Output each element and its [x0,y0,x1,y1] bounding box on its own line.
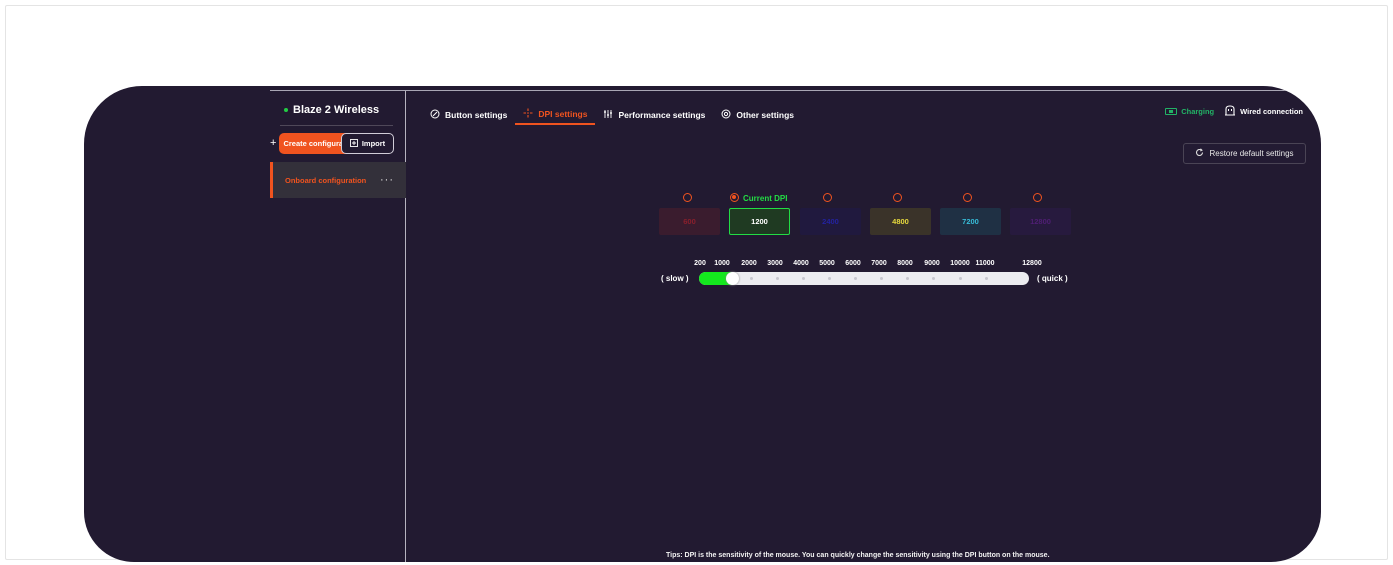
import-label: Import [361,139,386,148]
tick-label: 7000 [871,260,887,267]
dpi-value: 600 [683,217,696,226]
page-frame: Blaze 2 Wireless + Create configuration … [5,5,1388,562]
dpi-radio-4[interactable] [893,193,902,202]
sliders-icon [603,109,613,121]
tips-text: Tips: DPI is the sensitivity of the mous… [666,552,1050,559]
dpi-level-box[interactable]: 1200 [729,208,790,235]
dpi-value: 12800 [1030,217,1051,226]
dpi-value: 1200 [751,217,768,226]
battery-icon [1165,108,1178,115]
dpi-radio-2-selected[interactable] [730,193,739,202]
slider-step-dot [802,277,805,280]
tick-label: 3000 [767,260,783,267]
import-icon [349,138,358,149]
slider-step-dot [932,277,935,280]
restore-label: Restore default settings [1209,149,1294,158]
dpi-value: 4800 [892,217,909,226]
dpi-radio-3[interactable] [823,193,832,202]
slider-step-dot [985,277,988,280]
tab-label: Other settings [736,109,794,120]
tick-label: 2000 [741,260,757,267]
device-status: Charging Wired connection [1165,105,1303,118]
tick-label: 8000 [897,260,913,267]
connection-status-dot [284,108,288,112]
sidebar-divider [280,125,393,126]
tick-label: 1000 [714,260,730,267]
device-name: Blaze 2 Wireless [293,104,380,116]
tab-performance-settings[interactable]: Performance settings [595,104,713,125]
slider-step-dot [880,277,883,280]
import-button[interactable]: Import [341,133,394,154]
charging-label: Charging [1181,107,1215,116]
slider-step-dot [828,277,831,280]
mouse-icon [430,109,440,121]
device-title: Blaze 2 Wireless [284,104,379,116]
app-window: Blaze 2 Wireless + Create configuration … [84,86,1321,562]
refresh-icon [1195,148,1204,159]
gear-icon [721,109,731,121]
dpi-level-box[interactable]: 600 [659,208,720,235]
tick-label: 5000 [819,260,835,267]
tick-label: 9000 [924,260,940,267]
dpi-level-box[interactable]: 12800 [1010,208,1071,235]
tab-button-settings[interactable]: Button settings [422,104,515,125]
cable-icon [1224,105,1236,118]
onboard-configuration-label: Onboard configuration [285,175,367,185]
tick-label: 10000 [950,260,970,267]
dpi-level-box[interactable]: 4800 [870,208,931,235]
onboard-configuration-item[interactable]: Onboard configuration ··· [270,162,406,198]
more-options-icon[interactable]: ··· [380,174,394,186]
current-dpi-label: Current DPI [743,194,788,203]
tick-label: 11000 [975,260,995,267]
tab-label: DPI settings [538,108,588,119]
tab-label: Button settings [445,109,508,120]
dpi-scale-ticks: 200 1000 2000 3000 4000 5000 6000 7000 8… [84,260,1321,270]
settings-tabs: Button settings DPI settings Performance… [422,104,802,125]
tick-label: 4000 [793,260,809,267]
dpi-radio-1[interactable] [683,193,692,202]
slow-label: ( slow ) [661,274,689,283]
tick-label: 6000 [845,260,861,267]
dpi-slider-track[interactable] [699,272,1029,285]
dpi-level-box[interactable]: 7200 [940,208,1001,235]
slider-step-dot [776,277,779,280]
wired-label: Wired connection [1240,107,1303,116]
plus-icon: + [270,137,277,149]
tab-other-settings[interactable]: Other settings [713,104,802,125]
tab-dpi-settings[interactable]: DPI settings [515,104,596,125]
dpi-value: 2400 [822,217,839,226]
sidebar: Blaze 2 Wireless + Create configuration … [270,91,406,562]
tick-label: 12800 [1022,260,1042,267]
quick-label: ( quick ) [1037,274,1068,283]
slider-step-dot [959,277,962,280]
restore-default-button[interactable]: Restore default settings [1183,143,1306,164]
dpi-slider-handle[interactable] [726,272,740,285]
dpi-level-box[interactable]: 2400 [800,208,861,235]
charging-status: Charging [1165,107,1214,116]
dpi-radio-5[interactable] [963,193,972,202]
dpi-radio-6[interactable] [1033,193,1042,202]
crosshair-icon [523,108,533,120]
slider-step-dot [906,277,909,280]
top-divider [270,90,1312,91]
slider-step-dot [750,277,753,280]
wired-connection-status: Wired connection [1224,105,1303,118]
slider-step-dot [854,277,857,280]
tick-label: 200 [694,260,706,267]
tab-label: Performance settings [618,109,706,120]
dpi-value: 7200 [962,217,979,226]
